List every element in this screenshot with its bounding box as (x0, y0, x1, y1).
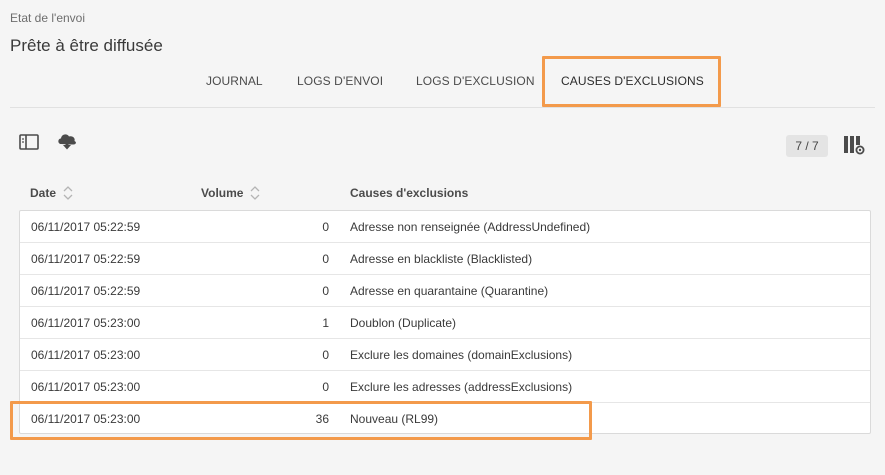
cell-date: 06/11/2017 05:22:59 (31, 252, 141, 266)
cell-cause: Adresse en quarantaine (Quarantine) (350, 284, 549, 298)
tab-bar: JOURNAL LOGS D'ENVOI LOGS D'EXCLUSION CA… (0, 62, 885, 108)
tab-logs-exclusion[interactable]: LOGS D'EXCLUSION (416, 74, 535, 88)
cell-date: 06/11/2017 05:23:00 (31, 348, 141, 362)
sort-icon[interactable] (250, 186, 260, 200)
table-row[interactable]: 06/11/2017 05:23:00 1 Doublon (Duplicate… (20, 307, 870, 339)
cell-volume: 0 (322, 284, 329, 298)
record-count-badge: 7 / 7 (786, 135, 828, 157)
cell-volume: 0 (322, 252, 329, 266)
cell-cause: Adresse non renseignée (AddressUndefined… (350, 220, 591, 234)
cell-cause: Exclure les domaines (domainExclusions) (350, 348, 573, 362)
cell-cause: Adresse en blackliste (Blacklisted) (350, 252, 533, 266)
cell-date: 06/11/2017 05:22:59 (31, 220, 141, 234)
breadcrumb: Etat de l'envoi (10, 11, 86, 25)
table-row[interactable]: 06/11/2017 05:22:59 0 Adresse en blackli… (20, 243, 870, 275)
tab-highlight-annotation (542, 56, 721, 107)
cell-volume: 0 (322, 380, 329, 394)
tab-logs-envoi[interactable]: LOGS D'ENVOI (297, 74, 383, 88)
panel-toggle-icon[interactable] (18, 131, 40, 153)
column-header-date[interactable]: Date (30, 186, 73, 200)
cell-date: 06/11/2017 05:23:00 (31, 380, 141, 394)
table-row[interactable]: 06/11/2017 05:22:59 0 Adresse non rensei… (20, 211, 870, 243)
row-highlight-annotation (10, 401, 592, 440)
sort-icon[interactable] (63, 186, 73, 200)
cell-date: 06/11/2017 05:22:59 (31, 284, 141, 298)
column-settings-icon[interactable] (843, 134, 865, 156)
column-header-volume[interactable]: Volume (201, 186, 260, 200)
cloud-download-icon[interactable] (56, 130, 78, 152)
table-row[interactable]: 06/11/2017 05:23:00 0 Exclure les adress… (20, 371, 870, 403)
cell-volume: 1 (322, 316, 329, 330)
cell-date: 06/11/2017 05:23:00 (31, 316, 141, 330)
cell-cause: Doublon (Duplicate) (350, 316, 457, 330)
cell-cause: Exclure les adresses (addressExclusions) (350, 380, 573, 394)
tab-journal[interactable]: JOURNAL (206, 74, 263, 88)
page-title: Prête à être diffusée (10, 36, 163, 55)
table-row[interactable]: 06/11/2017 05:23:00 0 Exclure les domain… (20, 339, 870, 371)
tabs-divider (10, 107, 875, 108)
cell-volume: 0 (322, 220, 329, 234)
cell-volume: 0 (322, 348, 329, 362)
table-row[interactable]: 06/11/2017 05:22:59 0 Adresse en quarant… (20, 275, 870, 307)
column-header-causes: Causes d'exclusions (350, 186, 469, 200)
